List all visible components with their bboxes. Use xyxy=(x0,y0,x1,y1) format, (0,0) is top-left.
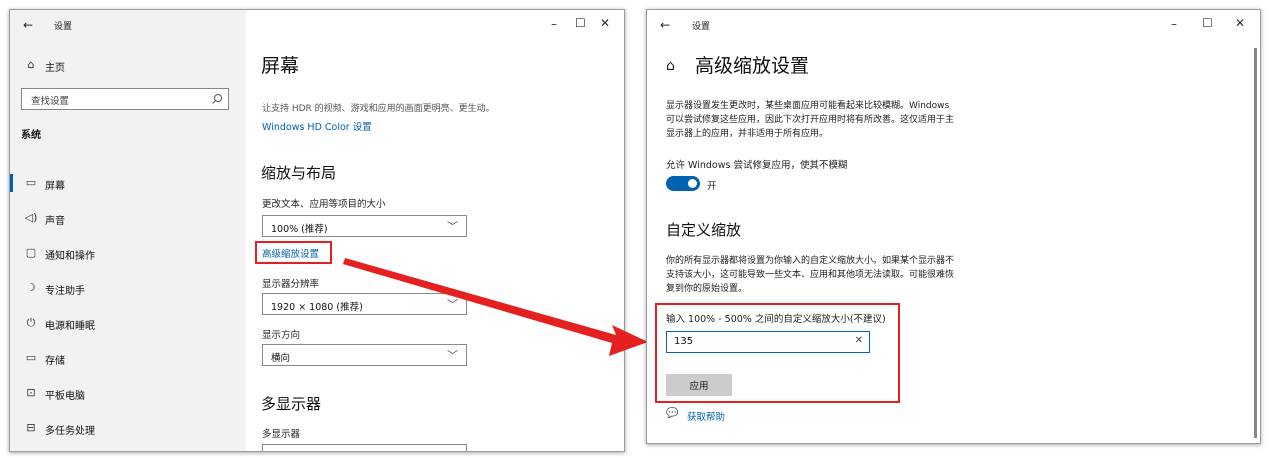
home-icon[interactable]: ⌂ xyxy=(666,58,675,74)
custom-description-line-3: 复到你的原始设置。 xyxy=(666,284,748,294)
custom-scale-value: 135 xyxy=(674,336,694,347)
minimize-button[interactable]: – xyxy=(1171,17,1177,31)
fix-apps-toggle[interactable] xyxy=(666,176,700,191)
toggle-state-label: 开 xyxy=(707,181,717,192)
fix-description-line-3: 显示器上的应用，并非适用于所有应用。 xyxy=(666,129,829,139)
fix-toggle-label: 允许 Windows 尝试修复应用，使其不模糊 xyxy=(666,160,848,171)
toggle-knob xyxy=(688,179,697,188)
fix-description-line-1: 显示器设置发生更改时，某些桌面应用可能看起来比较模糊。Windows xyxy=(666,101,950,111)
custom-scaling-heading: 自定义缩放 xyxy=(666,221,742,239)
apply-button[interactable]: 应用 xyxy=(666,374,732,396)
fix-description-line-2: 可以尝试修复这些应用，因此下次打开应用时将有所改善。这仅适用于主 xyxy=(666,115,955,125)
clear-input-icon[interactable]: ✕ xyxy=(855,335,863,346)
custom-scale-input[interactable]: 135 ✕ xyxy=(666,331,870,353)
page-title: 高级缩放设置 xyxy=(695,55,810,77)
scrollbar[interactable] xyxy=(1254,48,1257,438)
help-chat-icon: 💬 xyxy=(666,408,679,419)
get-help-link[interactable]: 获取帮助 xyxy=(687,409,725,423)
window-title: 设置 xyxy=(692,22,711,32)
back-arrow-icon[interactable]: ← xyxy=(660,18,670,32)
custom-description-line-2: 支持该大小，这可能导致一些文本、应用和其他项无法读取。可能很难恢 xyxy=(666,270,955,280)
settings-window-advanced-scaling: ← 设置 – ☐ ✕ ⌂ 高级缩放设置 显示器设置发生更改时，某些桌面应用可能看… xyxy=(646,9,1261,444)
custom-input-label: 输入 100% - 500% 之间的自定义缩放大小(不建议) xyxy=(666,314,886,325)
custom-description-line-1: 你的所有显示器都将设置为你输入的自定义缩放大小。如果某个显示器不 xyxy=(666,256,955,266)
maximize-button[interactable]: ☐ xyxy=(1202,16,1213,30)
close-button[interactable]: ✕ xyxy=(1235,16,1245,30)
